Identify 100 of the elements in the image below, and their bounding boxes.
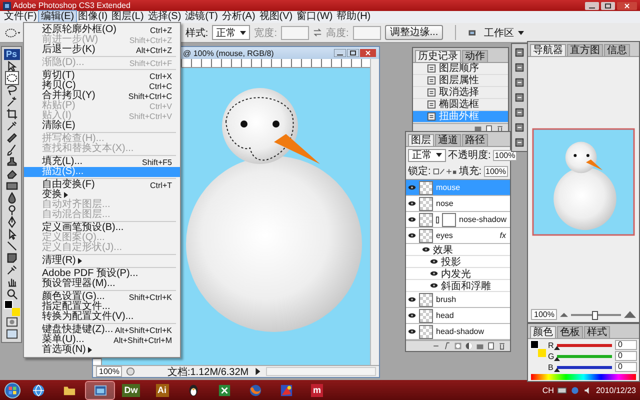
background-color-swatch[interactable]: [12, 308, 20, 316]
menu-item[interactable]: 还原轮廓外框(O) Ctrl+Z: [24, 25, 180, 35]
menu-icon[interactable]: [126, 367, 136, 376]
note-icon[interactable]: [6, 252, 18, 264]
history-item[interactable]: 图层属性: [413, 75, 508, 87]
dodge-icon[interactable]: [6, 204, 18, 216]
menu-item[interactable]: 首选项(N): [24, 345, 180, 355]
eye-icon[interactable]: [408, 313, 416, 318]
maximize-icon[interactable]: [347, 49, 359, 57]
panel-tab[interactable]: 通道: [435, 134, 461, 146]
swap-icon[interactable]: [312, 28, 322, 37]
menu-bar-item[interactable]: 图像(I): [76, 11, 110, 23]
eye-icon[interactable]: [408, 185, 416, 190]
adjustment-icon[interactable]: [465, 342, 473, 350]
close-icon[interactable]: [360, 49, 376, 57]
eye-icon[interactable]: [408, 233, 416, 238]
folder-icon[interactable]: [476, 342, 484, 350]
menu-item[interactable]: 转换为配置文件(V)...: [24, 312, 180, 322]
close-icon[interactable]: [617, 2, 637, 10]
panel-tab[interactable]: 历史记录: [415, 50, 461, 62]
menu-bar-item[interactable]: 分析(A): [220, 11, 258, 23]
slider-thumb[interactable]: [554, 346, 560, 350]
mask-mode-icon[interactable]: [6, 316, 18, 328]
channel-value-field[interactable]: 0: [615, 362, 637, 372]
panel-tab[interactable]: 直方图: [567, 44, 603, 56]
eraser-icon[interactable]: [6, 168, 18, 180]
menu-bar-item[interactable]: 选择(S): [146, 11, 184, 23]
layer-row[interactable]: nose: [406, 196, 510, 212]
new-layer-icon[interactable]: [487, 342, 495, 350]
minimize-icon[interactable]: [585, 2, 599, 10]
slider-thumb[interactable]: [592, 310, 598, 320]
menu-item[interactable]: 清除(E): [24, 121, 180, 131]
mountain-icon[interactable]: [624, 311, 636, 318]
screen-mode-icon[interactable]: [6, 328, 18, 340]
keyboard-icon[interactable]: [556, 386, 567, 394]
panel-tab[interactable]: 色板: [557, 326, 583, 338]
snapshot-icon[interactable]: [474, 125, 482, 133]
taskbar-app-button[interactable]: Dw: [117, 382, 145, 398]
horizontal-scrollbar[interactable]: [266, 367, 376, 376]
menu-item[interactable]: 后退一步(K) Alt+Ctrl+Z: [24, 45, 180, 55]
minimize-icon[interactable]: [334, 49, 346, 57]
lasso-icon[interactable]: [6, 84, 18, 96]
menu-bar-item[interactable]: 编辑(E): [38, 11, 76, 23]
fx-icon[interactable]: [443, 342, 451, 350]
menu-item[interactable]: 颜色设置(G)... Shift+Ctrl+K: [24, 292, 180, 302]
menu-item[interactable]: 键盘快捷键(Z)... Alt+Shift+Ctrl+K: [24, 325, 180, 335]
effect-name[interactable]: 投影: [441, 254, 461, 268]
effect-name[interactable]: 斜面和浮雕: [441, 278, 491, 292]
width-field[interactable]: [280, 26, 309, 40]
eye-icon[interactable]: [430, 283, 438, 288]
eye-icon[interactable]: [430, 259, 438, 264]
taskbar-app-button[interactable]: Ai: [148, 382, 176, 398]
eyedropper-icon[interactable]: [6, 264, 18, 276]
menu-item[interactable]: 剪切(T) Ctrl+X: [24, 71, 180, 81]
channel-value-field[interactable]: 0: [615, 340, 637, 350]
bandage-icon[interactable]: [6, 132, 18, 144]
trash-icon[interactable]: [498, 342, 506, 350]
menu-item[interactable]: 清理(R): [24, 256, 180, 266]
language-indicator[interactable]: CH: [542, 386, 554, 394]
panel-tab[interactable]: 动作: [462, 50, 488, 62]
effect-name[interactable]: 内发光: [441, 266, 471, 280]
menu-item[interactable]: 填充(L)... Shift+F5: [24, 157, 180, 167]
mask-icon[interactable]: [454, 342, 462, 350]
style-dropdown[interactable]: 正常: [212, 25, 250, 40]
channel-value-field[interactable]: 0: [615, 351, 637, 361]
foreground-color-swatch[interactable]: [4, 300, 12, 309]
menu-bar-item[interactable]: 滤镜(T): [183, 11, 220, 23]
panel-tab[interactable]: 路径: [462, 134, 488, 146]
panel-tab[interactable]: 颜色: [530, 326, 556, 338]
play-icon[interactable]: [252, 367, 262, 376]
menu-item[interactable]: 菜单(U)... Alt+Shift+Ctrl+M: [24, 335, 180, 345]
height-field[interactable]: [352, 26, 381, 40]
eye-icon[interactable]: [408, 329, 416, 334]
color-spectrum[interactable]: [531, 374, 636, 380]
menu-item[interactable]: 合并拷贝(Y) Shift+Ctrl+C: [24, 91, 180, 101]
eye-icon[interactable]: [408, 217, 416, 222]
menu-bar-item[interactable]: 文件(F): [2, 11, 39, 23]
pen-icon[interactable]: [6, 216, 18, 228]
panel-tab[interactable]: 信息: [604, 44, 630, 56]
maximize-icon[interactable]: [601, 2, 615, 10]
layer-row[interactable]: brush: [406, 292, 510, 308]
menu-bar-item[interactable]: 图层(L): [110, 11, 146, 23]
menu-item[interactable]: 变换: [24, 190, 180, 200]
eye-icon[interactable]: [430, 271, 438, 276]
panel-tab[interactable]: 图层: [408, 134, 434, 146]
menu-item[interactable]: Adobe PDF 预设(P)...: [24, 269, 180, 279]
mountain-icon[interactable]: [560, 312, 568, 317]
magnifier-icon[interactable]: [6, 288, 18, 300]
line-icon[interactable]: [6, 240, 18, 252]
layer-row[interactable]: eyes fx: [406, 228, 510, 244]
arrow-icon[interactable]: [6, 60, 18, 72]
menu-item[interactable]: 自由变换(F) Ctrl+T: [24, 180, 180, 190]
history-item[interactable]: 图层顺序: [413, 63, 508, 75]
menu-item[interactable]: 定义画笔预设(B)...: [24, 223, 180, 233]
start-button[interactable]: [4, 382, 21, 398]
workspace-menu[interactable]: 工作区: [481, 26, 528, 39]
background-color-swatch[interactable]: [538, 349, 546, 357]
menu-bar-item[interactable]: 窗口(W): [294, 11, 335, 23]
taskbar-app-button[interactable]: m: [303, 382, 331, 398]
effects-badge[interactable]: fx: [500, 231, 506, 240]
